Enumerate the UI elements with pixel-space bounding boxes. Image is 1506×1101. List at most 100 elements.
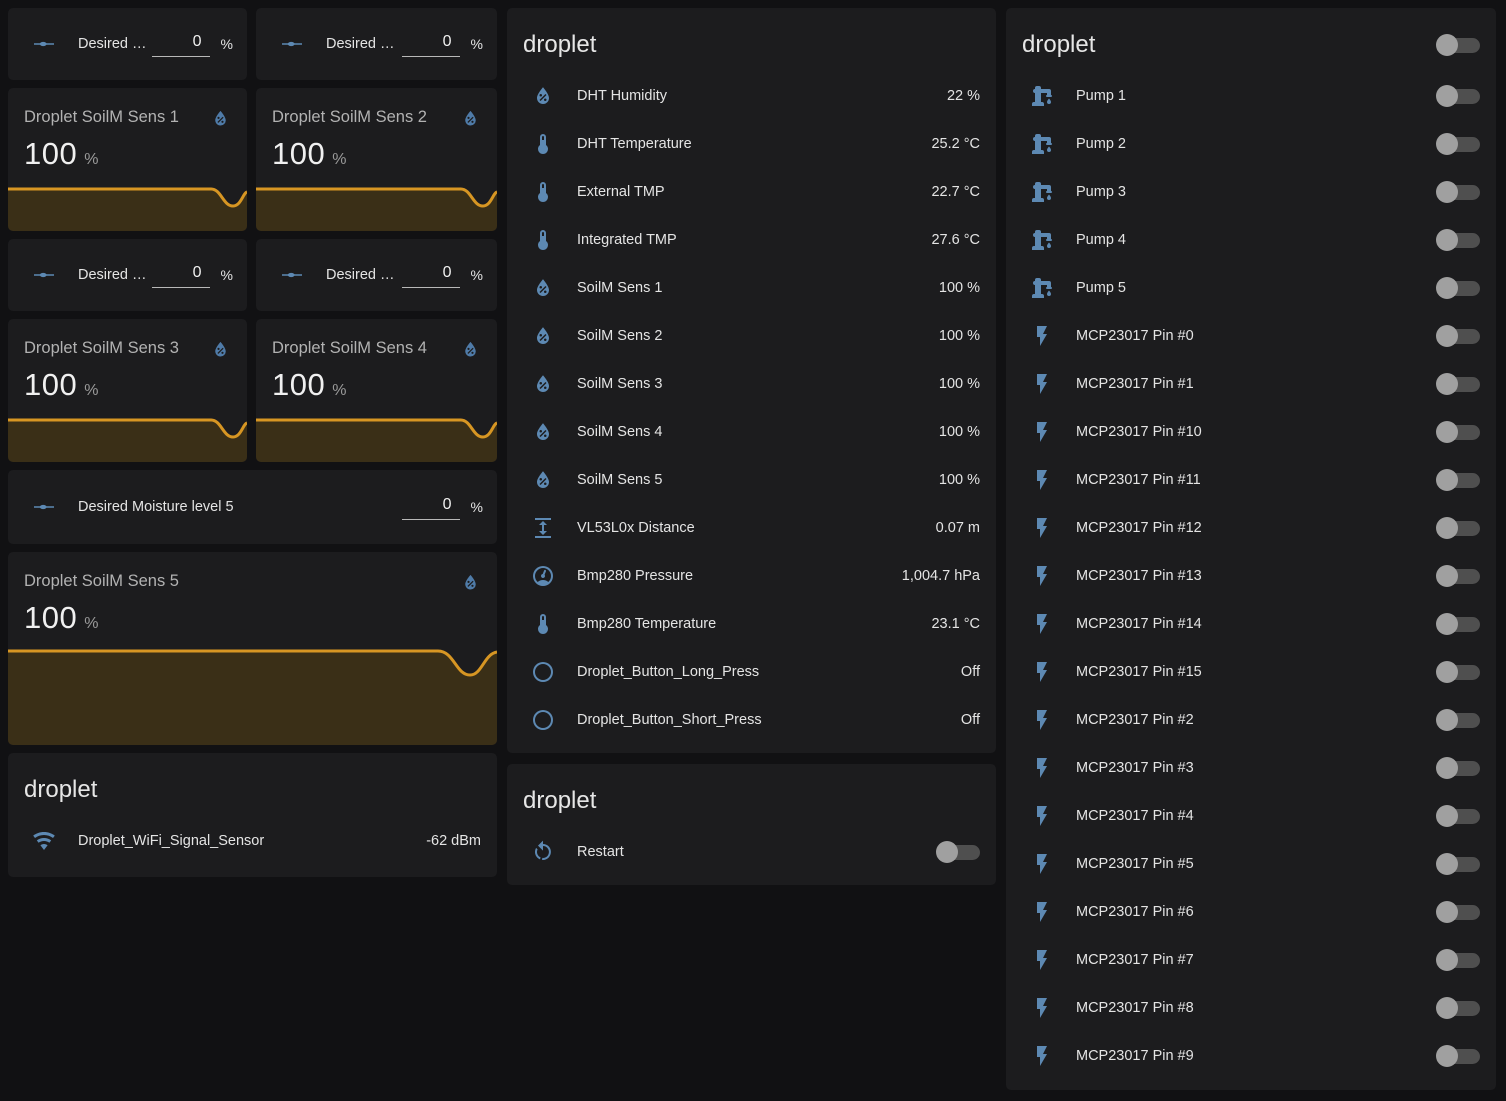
entity-name: Pump 5 [1076, 280, 1126, 296]
toggle-switch[interactable] [1436, 996, 1480, 1020]
switch-row[interactable]: MCP23017 Pin #7 [1006, 936, 1496, 984]
desired-value-input[interactable]: 0 [402, 262, 460, 288]
entity-row[interactable]: Bmp280 Pressure1,004.7 hPa [507, 552, 996, 600]
toggle-switch[interactable] [1436, 420, 1480, 444]
entity-row[interactable]: SoilM Sens 2100 % [507, 312, 996, 360]
toggle-switch[interactable] [1436, 612, 1480, 636]
toggle-switch[interactable] [1436, 708, 1480, 732]
water-percent-icon [523, 316, 563, 356]
entity-row[interactable]: Integrated TMP27.6 °C [507, 216, 996, 264]
switch-row[interactable]: Pump 2 [1006, 120, 1496, 168]
switch-row[interactable]: Pump 1 [1006, 72, 1496, 120]
toggle-switch[interactable] [1436, 900, 1480, 924]
toggle-switch[interactable] [1436, 948, 1480, 972]
toggle-switch[interactable] [1436, 564, 1480, 588]
desired-value-input[interactable]: 0 [402, 494, 460, 520]
entity-name: External TMP [577, 184, 665, 200]
toggle-switch[interactable] [1436, 1044, 1480, 1068]
entity-row[interactable]: External TMP 22.7 °C [507, 168, 996, 216]
toggle-switch[interactable] [1436, 180, 1480, 204]
toggle-switch[interactable] [1436, 84, 1480, 108]
entity-row[interactable]: VL53L0x Distance0.07 m [507, 504, 996, 552]
switch-row[interactable]: MCP23017 Pin #14 [1006, 600, 1496, 648]
switch-row[interactable]: MCP23017 Pin #12 [1006, 504, 1496, 552]
switch-row[interactable]: MCP23017 Pin #0 [1006, 312, 1496, 360]
switch-row[interactable]: MCP23017 Pin #8 [1006, 984, 1496, 1032]
sensor-unit: % [332, 382, 346, 400]
toggle-switch[interactable] [1436, 372, 1480, 396]
entity-row[interactable]: Droplet_WiFi_Signal_Sensor-62 dBm [8, 817, 497, 865]
soil-sensor-card-3[interactable]: Droplet SoilM Sens 3 100 % [8, 319, 247, 462]
switch-row[interactable]: MCP23017 Pin #13 [1006, 552, 1496, 600]
toggle-switch[interactable] [1436, 660, 1480, 684]
desired-value-input[interactable]: 0 [152, 31, 210, 57]
thermometer-icon [523, 604, 563, 644]
switch-row[interactable]: MCP23017 Pin #15 [1006, 648, 1496, 696]
sensor-sparkline [256, 184, 497, 231]
desired-moisture-card-2[interactable]: Desired … 0 % [256, 8, 497, 80]
switch-row[interactable]: MCP23017 Pin #9 [1006, 1032, 1496, 1080]
flash-icon [1022, 364, 1062, 404]
desired-value-input[interactable]: 0 [152, 262, 210, 288]
soil-sensor-card-4[interactable]: Droplet SoilM Sens 4 100 % [256, 319, 497, 462]
switch-row[interactable]: Restart [507, 828, 996, 876]
switch-row[interactable]: MCP23017 Pin #4 [1006, 792, 1496, 840]
switch-row[interactable]: Pump 5 [1006, 264, 1496, 312]
dashboard: Desired … 0 % Desired … 0 % Droplet Soil… [0, 0, 1506, 1101]
desired-label: Desired … [326, 36, 402, 52]
toggle-switch[interactable] [1436, 756, 1480, 780]
flash-icon [1022, 604, 1062, 644]
entity-value: Off [961, 712, 980, 728]
switch-row[interactable]: MCP23017 Pin #11 [1006, 456, 1496, 504]
soil-sensor-card-5[interactable]: Droplet SoilM Sens 5 100 % [8, 552, 497, 745]
entity-row[interactable]: Droplet_Button_Long_PressOff [507, 648, 996, 696]
toggle-switch[interactable] [1436, 852, 1480, 876]
toggle-switch[interactable] [936, 840, 980, 864]
desired-moisture-card-5[interactable]: Desired Moisture level 5 0 % [8, 470, 497, 544]
desired-moisture-card-4[interactable]: Desired … 0 % [256, 239, 497, 311]
desired-moisture-card-1[interactable]: Desired … 0 % [8, 8, 247, 80]
toggle-switch[interactable] [1436, 324, 1480, 348]
toggle-switch[interactable] [1436, 228, 1480, 252]
switch-row[interactable]: Pump 4 [1006, 216, 1496, 264]
switch-row[interactable]: MCP23017 Pin #6 [1006, 888, 1496, 936]
entity-value: 100 % [939, 376, 980, 392]
wifi-card: droplet Droplet_WiFi_Signal_Sensor-62 dB… [8, 753, 497, 877]
switch-row[interactable]: Pump 3 [1006, 168, 1496, 216]
soil-sensor-card-2[interactable]: Droplet SoilM Sens 2 100 % [256, 88, 497, 231]
switch-row[interactable]: MCP23017 Pin #3 [1006, 744, 1496, 792]
switch-row[interactable]: MCP23017 Pin #5 [1006, 840, 1496, 888]
entity-value: 23.1 °C [931, 616, 980, 632]
entity-row[interactable]: SoilM Sens 5100 % [507, 456, 996, 504]
entity-row[interactable]: Droplet_Button_Short_PressOff [507, 696, 996, 744]
entity-name: Pump 2 [1076, 136, 1126, 152]
switch-row[interactable]: MCP23017 Pin #10 [1006, 408, 1496, 456]
entity-row[interactable]: SoilM Sens 1100 % [507, 264, 996, 312]
switch-row[interactable]: MCP23017 Pin #2 [1006, 696, 1496, 744]
entity-row[interactable]: SoilM Sens 4100 % [507, 408, 996, 456]
entity-name: MCP23017 Pin #12 [1076, 520, 1202, 536]
entity-row[interactable]: DHT Humidity22 % [507, 72, 996, 120]
toggle-switch[interactable] [1436, 132, 1480, 156]
group-toggle-switch[interactable] [1436, 33, 1480, 57]
toggle-switch[interactable] [1436, 804, 1480, 828]
sensor-card-title: Droplet SoilM Sens 5 [24, 572, 179, 591]
entity-value: 22.7 °C [931, 184, 980, 200]
soil-sensor-card-1[interactable]: Droplet SoilM Sens 1 100 % [8, 88, 247, 231]
toggle-switch[interactable] [1436, 516, 1480, 540]
desired-moisture-card-3[interactable]: Desired … 0 % [8, 239, 247, 311]
desired-value-input[interactable]: 0 [402, 31, 460, 57]
water-percent-icon [460, 108, 481, 129]
sensor-value: 100 [272, 136, 325, 172]
entity-name: MCP23017 Pin #13 [1076, 568, 1202, 584]
card-title: droplet [523, 30, 596, 60]
switch-row[interactable]: MCP23017 Pin #1 [1006, 360, 1496, 408]
entity-row[interactable]: SoilM Sens 3100 % [507, 360, 996, 408]
entity-row[interactable]: DHT Temperature25.2 °C [507, 120, 996, 168]
sensor-unit: % [84, 382, 98, 400]
water-percent-icon [460, 339, 481, 360]
entity-row[interactable]: Bmp280 Temperature23.1 °C [507, 600, 996, 648]
toggle-switch[interactable] [1436, 468, 1480, 492]
toggle-switch[interactable] [1436, 276, 1480, 300]
entity-name: MCP23017 Pin #0 [1076, 328, 1194, 344]
